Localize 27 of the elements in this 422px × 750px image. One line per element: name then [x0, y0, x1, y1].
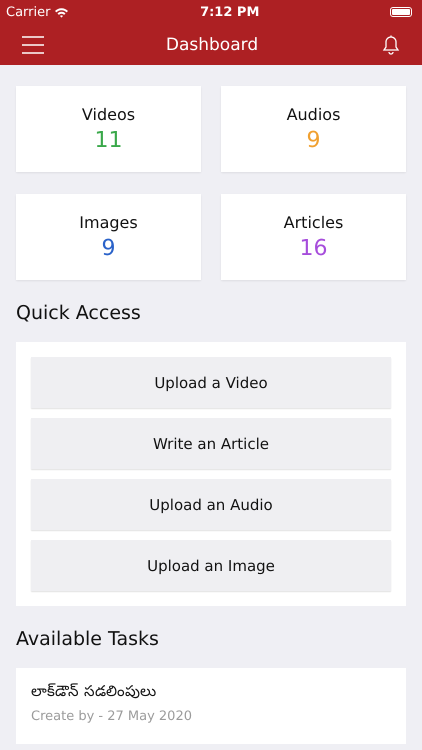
stat-label: Audios [286, 105, 340, 124]
quick-action-button[interactable]: Upload an Audio [31, 479, 391, 530]
stat-count: 11 [94, 128, 122, 153]
stat-card[interactable]: Articles 16 [221, 194, 406, 280]
stat-card[interactable]: Videos 11 [16, 86, 201, 172]
stat-label: Articles [284, 213, 344, 232]
stat-card[interactable]: Images 9 [16, 194, 201, 280]
stat-count: 9 [306, 128, 320, 153]
task-title: లాక్‌డౌన్ సడలింపులు [31, 682, 157, 702]
task-meta: Create by - 27 May 2020 [31, 709, 193, 724]
task-card[interactable]: లాక్‌డౌన్ సడలింపులు Create by - 27 May 2020 [16, 668, 406, 744]
clock-time: 7:12 PM [200, 4, 260, 20]
quick-action-button[interactable]: Write an Article [31, 418, 391, 469]
quick-action-button[interactable]: Upload an Image [31, 540, 391, 591]
section-title: Quick Access [16, 302, 142, 324]
stat-count: 9 [102, 236, 116, 261]
stat-label: Videos [82, 105, 136, 124]
wifi-icon [54, 6, 70, 18]
battery-icon [390, 7, 412, 17]
stat-card[interactable]: Audios 9 [221, 86, 406, 172]
stat-count: 16 [300, 236, 328, 261]
quick-action-button[interactable]: Upload a Video [31, 357, 391, 408]
page-title: Dashboard [166, 34, 258, 54]
carrier-label: Carrier [6, 4, 50, 20]
stat-label: Images [79, 213, 138, 232]
section-title: Available Tasks [16, 628, 160, 650]
menu-icon[interactable] [22, 36, 44, 54]
